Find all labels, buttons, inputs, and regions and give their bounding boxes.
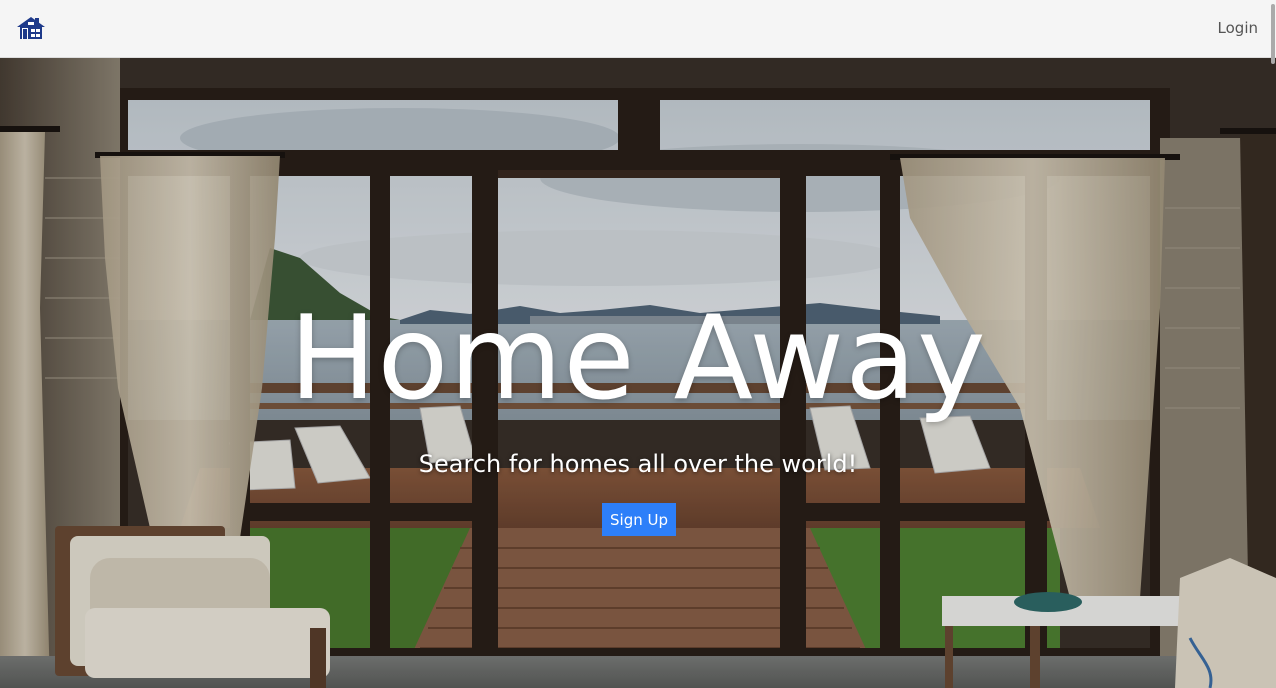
house-icon[interactable] xyxy=(16,16,48,42)
login-link[interactable]: Login xyxy=(1218,19,1258,37)
scrollbar-thumb[interactable] xyxy=(1271,4,1275,64)
scrollbar[interactable] xyxy=(1270,0,1276,688)
hero-title: Home Away xyxy=(289,291,987,426)
hero-section: Home Away Search for homes all over the … xyxy=(0,58,1276,688)
top-navbar: Login xyxy=(0,0,1276,58)
sign-up-button[interactable]: Sign Up xyxy=(602,503,676,536)
hero-subtitle: Search for homes all over the world! xyxy=(418,450,858,478)
